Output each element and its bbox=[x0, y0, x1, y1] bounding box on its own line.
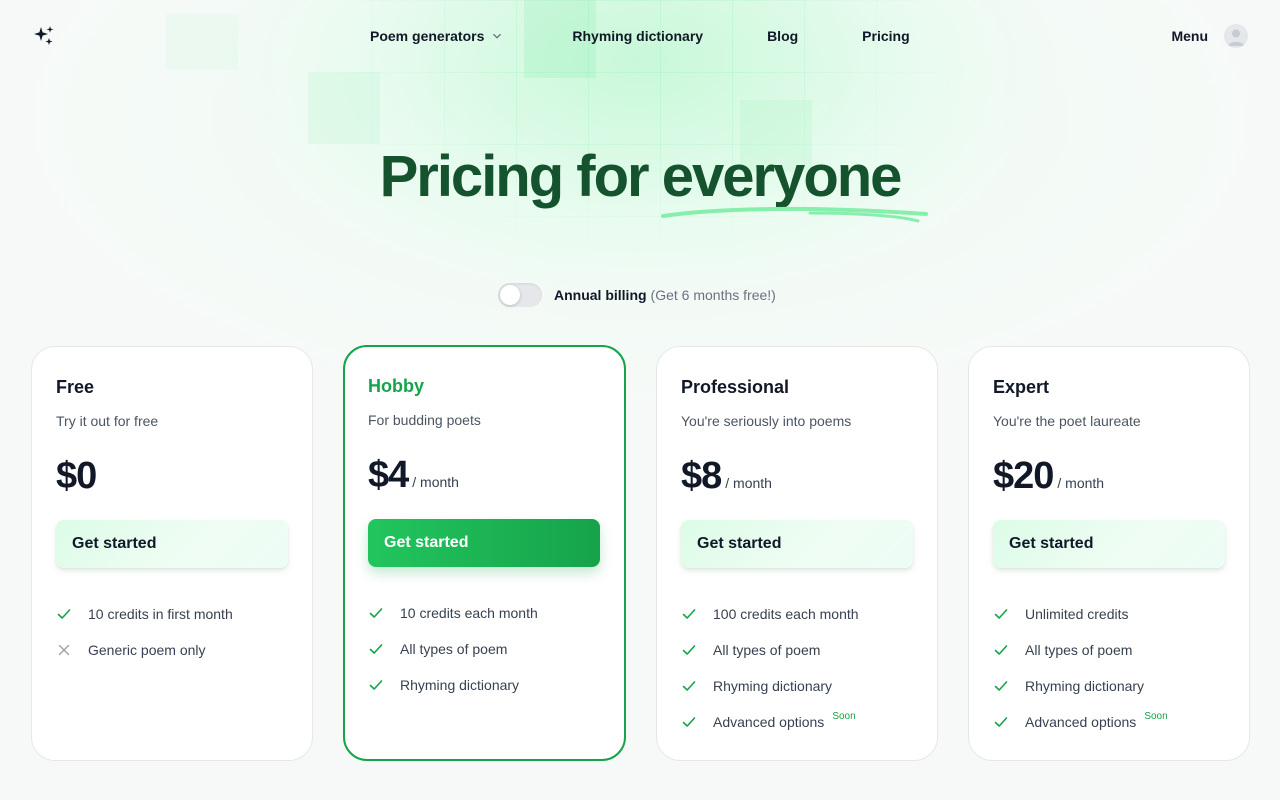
price-row: $4/ month bbox=[368, 454, 601, 498]
plan-period: / month bbox=[1057, 475, 1105, 491]
plan-card-free: Free Try it out for free $0 Get started 10 c… bbox=[31, 346, 313, 761]
main-nav-links: Poem generators Rhyming dictionary Blog … bbox=[370, 26, 910, 46]
check-icon bbox=[682, 645, 696, 655]
feature-item: All types of poem bbox=[993, 640, 1225, 660]
user-avatar-icon[interactable] bbox=[1224, 24, 1248, 48]
plan-period: / month bbox=[412, 474, 459, 490]
feature-item: Advanced options Soon bbox=[993, 710, 1225, 732]
soon-badge: Soon bbox=[1144, 710, 1168, 722]
billing-label: Annual billing bbox=[554, 287, 647, 303]
feature-item: All types of poem bbox=[681, 640, 913, 660]
check-icon bbox=[682, 717, 696, 727]
feature-text: Advanced options bbox=[713, 714, 825, 730]
feature-item: 100 credits each month bbox=[681, 604, 913, 624]
account-menu: Menu bbox=[1171, 24, 1248, 48]
plan-price: $4 bbox=[368, 454, 409, 496]
feature-text: All types of poem bbox=[400, 641, 508, 657]
check-icon bbox=[369, 644, 383, 654]
price-row: $20/ month bbox=[993, 455, 1225, 499]
plan-description: Try it out for free bbox=[56, 413, 159, 429]
brush-underline-icon bbox=[660, 206, 928, 223]
plan-price: $20 bbox=[993, 455, 1054, 497]
check-icon bbox=[369, 608, 383, 618]
price-row: $0 bbox=[56, 455, 288, 499]
feature-item: Unlimited credits bbox=[993, 604, 1225, 624]
feature-item: Rhyming dictionary bbox=[681, 676, 913, 696]
feature-item: 10 credits in first month bbox=[56, 604, 288, 624]
plan-description: You're the poet laureate bbox=[993, 413, 1141, 429]
feature-text: Rhyming dictionary bbox=[400, 677, 520, 693]
nav-rhyming-dictionary[interactable]: Rhyming dictionary bbox=[572, 26, 703, 46]
plan-card-expert: Expert You're the poet laureate $20/ month… bbox=[968, 346, 1250, 761]
annual-billing-toggle[interactable] bbox=[498, 283, 542, 307]
menu-button[interactable]: Menu bbox=[1171, 28, 1208, 44]
plan-price: $8 bbox=[681, 455, 722, 497]
feature-text: 10 credits each month bbox=[400, 605, 538, 621]
plan-name: Professional bbox=[681, 377, 790, 397]
plan-price: $0 bbox=[56, 455, 97, 497]
check-icon bbox=[994, 645, 1008, 655]
feature-item: Rhyming dictionary bbox=[993, 676, 1225, 696]
get-started-button[interactable]: Get started bbox=[368, 519, 600, 567]
feature-text: 100 credits each month bbox=[713, 606, 859, 622]
feature-text: All types of poem bbox=[1025, 642, 1133, 658]
check-icon bbox=[994, 681, 1008, 691]
check-icon bbox=[994, 717, 1008, 727]
feature-text: Rhyming dictionary bbox=[713, 678, 833, 694]
feature-item: Advanced options Soon bbox=[681, 710, 913, 732]
plan-description: You're seriously into poems bbox=[681, 413, 852, 429]
sparkles-logo-icon[interactable] bbox=[32, 24, 56, 48]
check-icon bbox=[682, 609, 696, 619]
feature-text: Generic poem only bbox=[88, 642, 206, 658]
billing-note: (Get 6 months free!) bbox=[650, 287, 776, 303]
feature-text: All types of poem bbox=[713, 642, 821, 658]
get-started-button[interactable]: Get started bbox=[681, 520, 913, 568]
feature-item: All types of poem bbox=[368, 639, 601, 659]
feature-text: 10 credits in first month bbox=[88, 606, 233, 622]
toggle-knob bbox=[500, 285, 520, 305]
feature-item: Rhyming dictionary bbox=[368, 675, 601, 695]
get-started-button[interactable]: Get started bbox=[993, 520, 1225, 568]
nav-poem-generators[interactable]: Poem generators bbox=[370, 26, 504, 46]
feature-text: Rhyming dictionary bbox=[1025, 678, 1145, 694]
hero: Pricing for everyone bbox=[0, 142, 1280, 223]
nav-poem-generators-label: Poem generators bbox=[370, 28, 485, 44]
billing-toggle-row: Annual billing (Get 6 months free!) bbox=[498, 283, 776, 307]
pricing-cards: Free Try it out for free $0 Get started 10 c… bbox=[31, 345, 1250, 762]
plan-name: Hobby bbox=[368, 376, 424, 396]
chevron-down-icon bbox=[493, 33, 502, 39]
page-title-accent-text: everyone bbox=[661, 144, 903, 209]
plan-description: For budding poets bbox=[368, 412, 481, 428]
feature-text: Unlimited credits bbox=[1025, 606, 1129, 622]
check-icon bbox=[369, 680, 383, 690]
soon-badge: Soon bbox=[832, 710, 856, 722]
nav-pricing[interactable]: Pricing bbox=[862, 26, 909, 46]
plan-name: Expert bbox=[993, 377, 1050, 397]
plan-period: / month bbox=[725, 475, 772, 491]
get-started-button[interactable]: Get started bbox=[56, 520, 288, 568]
nav-blog[interactable]: Blog bbox=[767, 26, 798, 46]
plan-name: Free bbox=[56, 377, 95, 397]
top-nav: Poem generators Rhyming dictionary Blog … bbox=[0, 0, 1280, 72]
feature-item: 10 credits each month bbox=[368, 603, 601, 623]
feature-list: 100 credits each month All types of poem R… bbox=[681, 604, 913, 732]
cross-icon bbox=[58, 644, 70, 656]
check-icon bbox=[57, 609, 71, 619]
plan-card-professional: Professional You're seriously into poems $… bbox=[656, 346, 938, 761]
plan-card-hobby: Hobby For budding poets $4/ month Get start… bbox=[343, 345, 626, 761]
page-title-accent: everyone bbox=[660, 142, 928, 223]
check-icon bbox=[682, 681, 696, 691]
background-tile bbox=[308, 72, 380, 144]
page-title: Pricing for everyone bbox=[0, 142, 1280, 223]
feature-list: 10 credits each month All types of poem Rh… bbox=[368, 603, 601, 695]
feature-list: Unlimited credits All types of poem Rhymin… bbox=[993, 604, 1225, 732]
feature-list: 10 credits in first month Generic poem on… bbox=[56, 604, 288, 660]
price-row: $8/ month bbox=[681, 455, 913, 499]
feature-item: Generic poem only bbox=[56, 640, 288, 660]
feature-text: Advanced options bbox=[1025, 714, 1137, 730]
page-title-start: Pricing for bbox=[379, 144, 650, 209]
check-icon bbox=[994, 609, 1008, 619]
